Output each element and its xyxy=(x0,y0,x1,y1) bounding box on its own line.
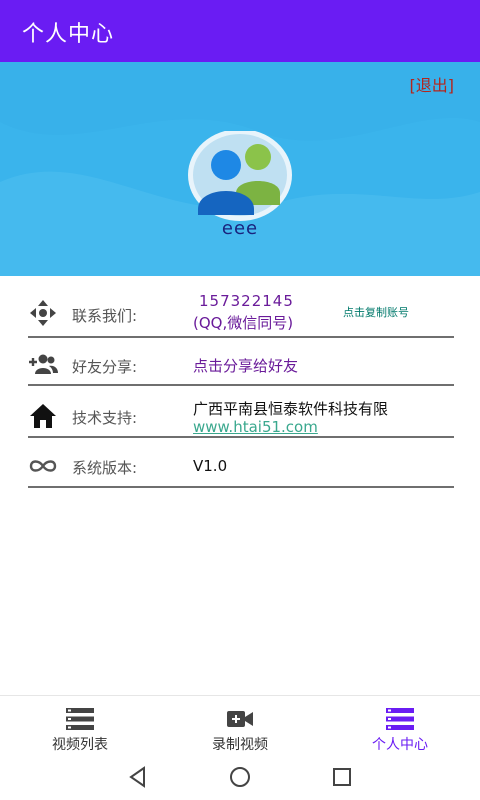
list-icon xyxy=(386,708,414,730)
version-value: V1.0 xyxy=(193,457,228,475)
nav-label: 视频列表 xyxy=(52,737,108,753)
nav-personal-center[interactable]: 个人中心 xyxy=(320,696,480,756)
support-label: 技术支持: xyxy=(72,409,138,427)
info-row-contact: 联系我们: 157322145 (QQ,微信同号) 点击复制账号 xyxy=(28,288,454,338)
share-to-friends-link[interactable]: 点击分享给好友 xyxy=(193,355,298,376)
page-title: 个人中心 xyxy=(22,22,115,47)
nav-record-video[interactable]: 录制视频 xyxy=(160,696,320,756)
divider xyxy=(28,486,454,488)
support-company: 广西平南县恒泰软件科技有限 xyxy=(193,400,389,418)
move-arrows-icon xyxy=(30,300,56,326)
nav-video-list[interactable]: 视频列表 xyxy=(0,696,160,756)
version-label: 系统版本: xyxy=(72,459,138,477)
recents-icon[interactable] xyxy=(330,765,354,789)
profile-header: [退出] eee xyxy=(0,62,480,276)
back-icon[interactable] xyxy=(126,765,150,789)
share-label: 好友分享: xyxy=(72,358,138,376)
copy-account-button[interactable]: 点击复制账号 xyxy=(343,304,409,320)
list-icon xyxy=(66,708,94,730)
nav-label: 个人中心 xyxy=(372,737,428,753)
logout-button[interactable]: [退出] xyxy=(410,72,455,96)
info-row-version: 系统版本: V1.0 xyxy=(28,438,454,488)
add-friends-icon xyxy=(29,354,58,374)
app-bar: 个人中心 xyxy=(0,0,480,62)
system-nav-bar xyxy=(0,755,480,800)
info-row-share: 好友分享: 点击分享给好友 xyxy=(28,338,454,386)
bottom-nav: 视频列表 录制视频 个人中心 xyxy=(0,695,480,755)
username: eee xyxy=(221,218,259,239)
infinity-icon xyxy=(29,460,57,472)
contact-qq-note: (QQ,微信同号) xyxy=(193,314,294,332)
info-row-support: 技术支持: 广西平南县恒泰软件科技有限 www.htai51.com xyxy=(28,386,454,438)
support-website-link[interactable]: www.htai51.com xyxy=(193,418,318,436)
nav-label: 录制视频 xyxy=(212,737,268,753)
video-camera-icon xyxy=(227,711,253,727)
contact-qq-number: 157322145 xyxy=(199,292,294,310)
home-circle-icon[interactable] xyxy=(228,765,252,789)
contact-label: 联系我们: xyxy=(72,307,138,325)
home-icon xyxy=(30,404,56,428)
